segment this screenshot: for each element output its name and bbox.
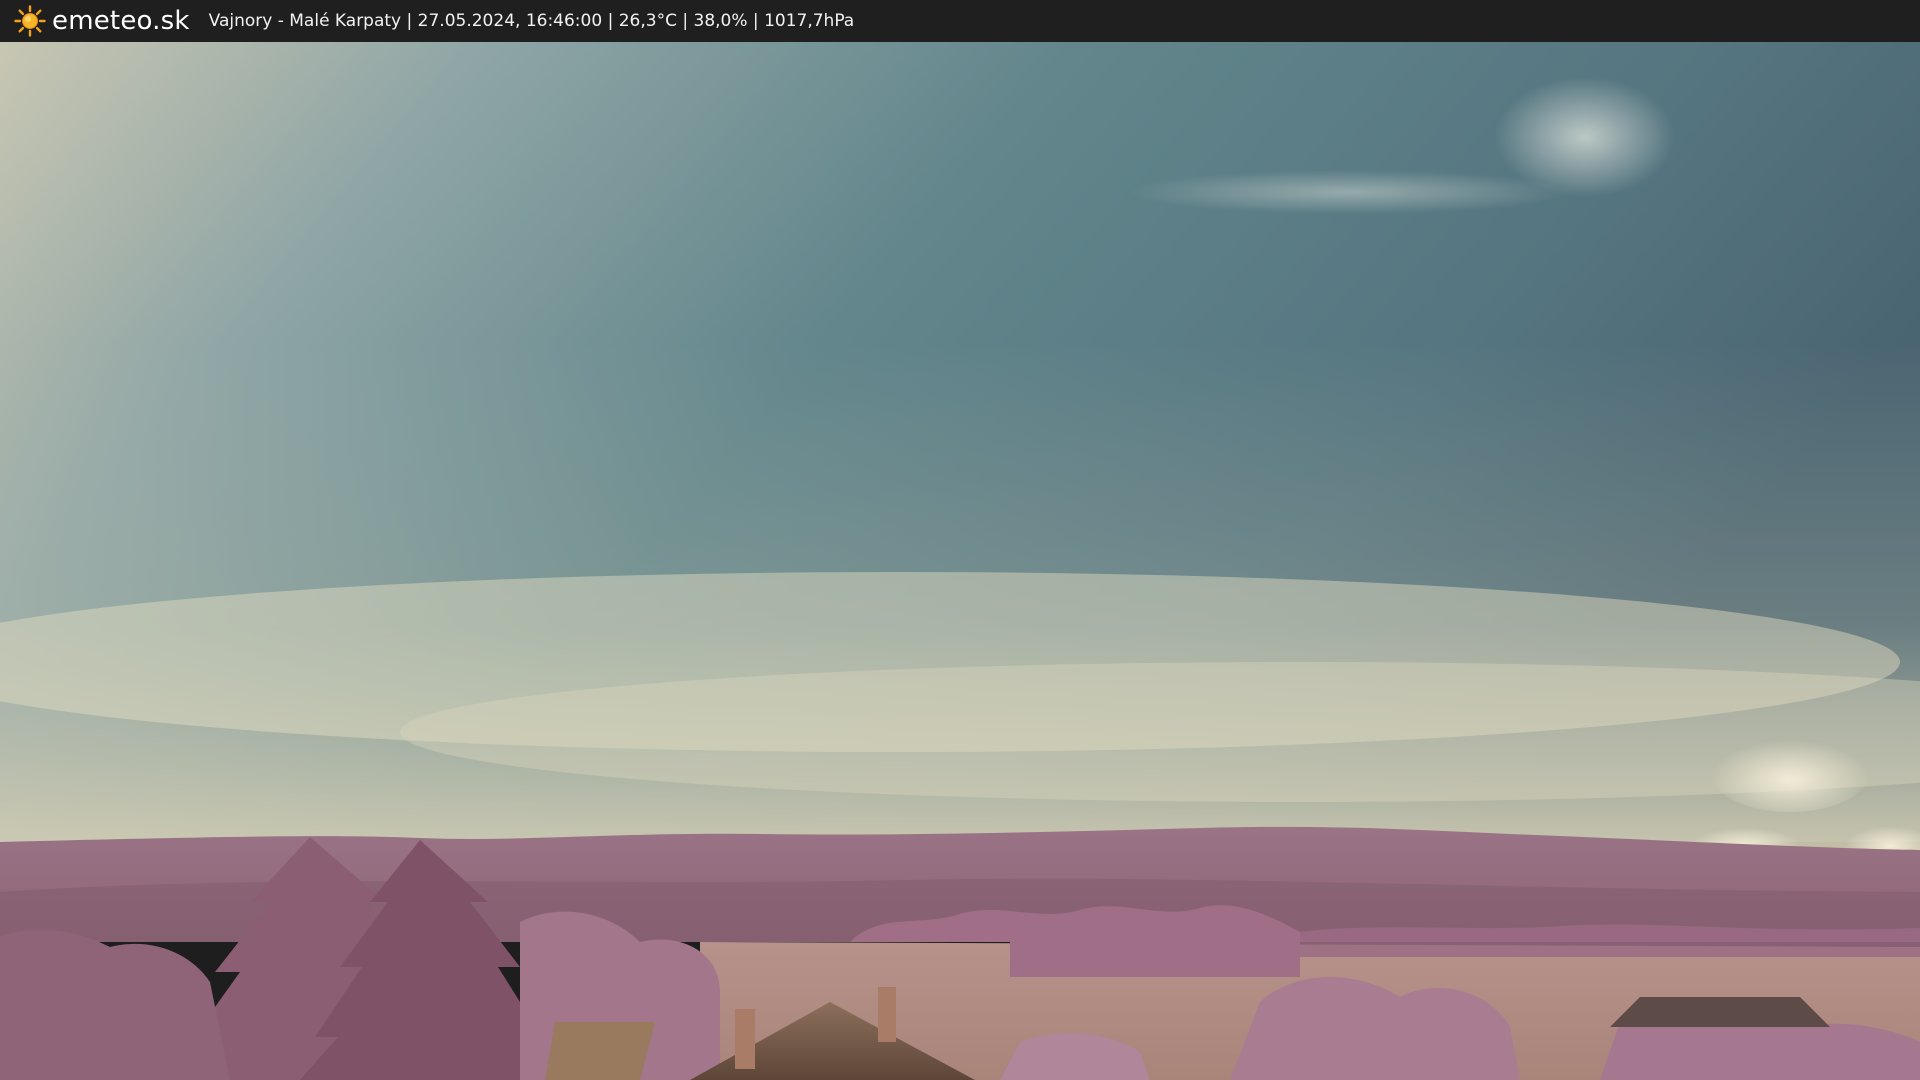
emeteo-logo[interactable]: emeteo.sk — [14, 0, 190, 42]
sun-icon — [14, 5, 46, 37]
separator: | — [676, 11, 694, 31]
timestamp: 27.05.2024, 16:46:00 — [417, 11, 603, 31]
separator: | — [747, 11, 765, 31]
tree-cluster — [0, 929, 230, 1080]
webcam-info-bar: emeteo.sk Vajnory - Malé Karpaty | 27.05… — [0, 0, 1920, 42]
separator: | — [602, 11, 619, 31]
chimney — [735, 1009, 755, 1069]
webcam-image — [0, 42, 1920, 1080]
cumulus-cloud — [1710, 732, 1870, 812]
wispy-cloud — [1130, 170, 1570, 214]
house-roof — [1610, 997, 1830, 1027]
humidity-value: 38,0% — [693, 11, 748, 31]
location-label: Vajnory - Malé Karpaty — [208, 11, 402, 31]
webcam-caption: Vajnory - Malé Karpaty | 27.05.2024, 16:… — [209, 0, 855, 42]
pressure-value: 1017,7hPa — [764, 11, 855, 31]
house-roof — [545, 1022, 655, 1080]
webcam-frame: emeteo.sk Vajnory - Malé Karpaty | 27.05… — [0, 0, 1920, 1080]
brand-name: emeteo.sk — [52, 6, 190, 36]
temperature-value: 26,3°C — [618, 11, 677, 31]
separator: | — [401, 11, 418, 31]
chimney — [878, 987, 896, 1042]
